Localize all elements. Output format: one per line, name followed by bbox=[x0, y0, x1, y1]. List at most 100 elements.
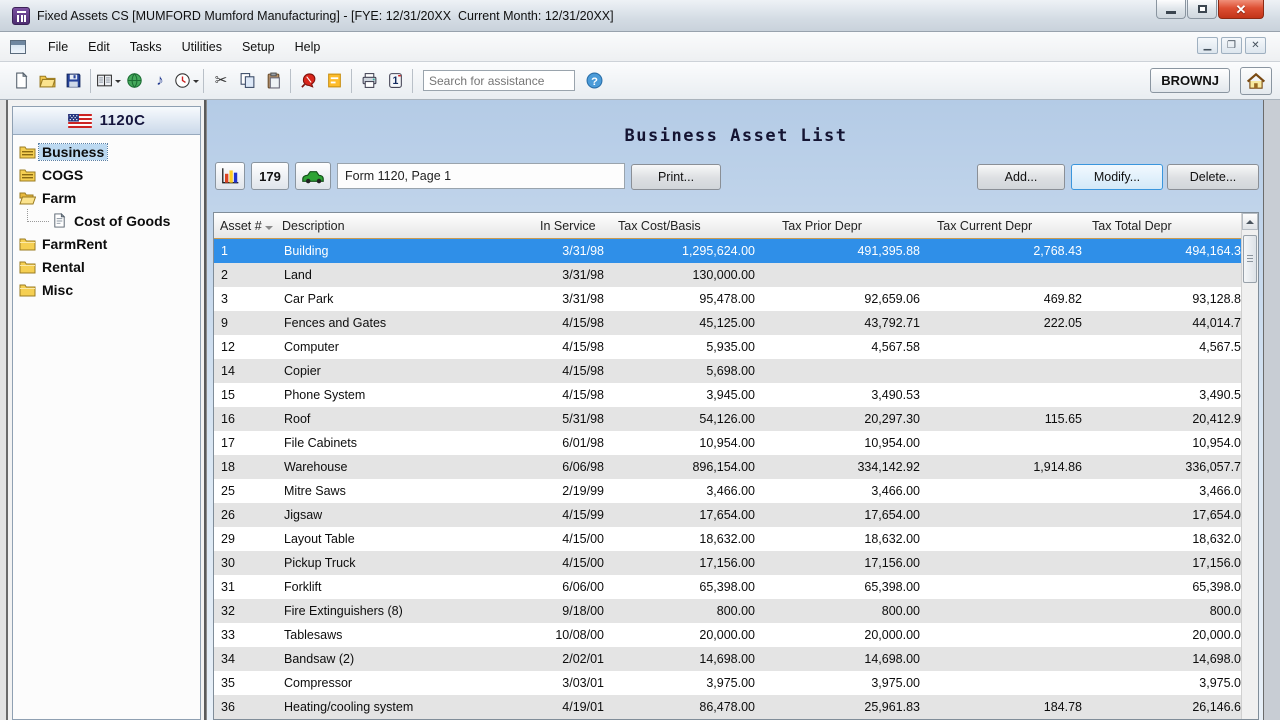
print-button-toolbar[interactable] bbox=[356, 68, 382, 94]
tax-total-depr-cell: 800.0 bbox=[1085, 604, 1241, 618]
menu-help[interactable]: Help bbox=[285, 36, 331, 58]
tax-current-depr-cell: 2,768.43 bbox=[923, 244, 1085, 258]
modify-button[interactable]: Modify... bbox=[1071, 164, 1163, 190]
tax-total-depr-cell: 14,698.0 bbox=[1085, 652, 1241, 666]
menu-edit[interactable]: Edit bbox=[78, 36, 120, 58]
in-service-cell: 4/15/00 bbox=[534, 556, 608, 570]
globe-button[interactable] bbox=[121, 68, 147, 94]
column-header-asset-[interactable]: Asset # bbox=[214, 218, 276, 234]
window-title: Fixed Assets CS [MUMFORD Mumford Manufac… bbox=[37, 9, 614, 23]
menu-utilities[interactable]: Utilities bbox=[172, 36, 232, 58]
in-service-cell: 4/15/98 bbox=[534, 316, 608, 330]
notebook-button[interactable] bbox=[95, 68, 121, 94]
menu-file[interactable]: File bbox=[38, 36, 78, 58]
music-note-button[interactable]: ♪ bbox=[147, 68, 173, 94]
mdi-close-button[interactable]: ✕ bbox=[1245, 37, 1266, 54]
table-row[interactable]: 32Fire Extinguishers (8)9/18/00800.00800… bbox=[214, 599, 1241, 623]
vehicle-button[interactable] bbox=[295, 162, 331, 190]
calculator-button[interactable]: 1 bbox=[382, 68, 408, 94]
tax-prior-depr-cell: 334,142.92 bbox=[758, 460, 923, 474]
table-row[interactable]: 2Land3/31/98130,000.00 bbox=[214, 263, 1241, 287]
table-row[interactable]: 9Fences and Gates4/15/9845,125.0043,792.… bbox=[214, 311, 1241, 335]
table-row[interactable]: 3Car Park3/31/9895,478.0092,659.06469.82… bbox=[214, 287, 1241, 311]
maximize-button[interactable] bbox=[1187, 0, 1217, 19]
table-row[interactable]: 30Pickup Truck4/15/0017,156.0017,156.001… bbox=[214, 551, 1241, 575]
form-context-field[interactable]: Form 1120, Page 1 bbox=[337, 163, 625, 189]
table-row[interactable]: 12Computer4/15/985,935.004,567.584,567.5 bbox=[214, 335, 1241, 359]
open-button[interactable] bbox=[34, 68, 60, 94]
minimize-button[interactable] bbox=[1156, 0, 1186, 19]
table-row[interactable]: 29Layout Table4/15/0018,632.0018,632.001… bbox=[214, 527, 1241, 551]
copy-button[interactable] bbox=[234, 68, 260, 94]
tax-prior-depr-cell: 92,659.06 bbox=[758, 292, 923, 306]
sidebar-item-cost-of-goods[interactable]: Cost of Goods bbox=[19, 209, 200, 232]
cut-button[interactable]: ✂ bbox=[208, 68, 234, 94]
scroll-up-button[interactable] bbox=[1242, 213, 1258, 230]
mdi-restore-button[interactable]: ❐ bbox=[1221, 37, 1242, 54]
sidebar: 1120C BusinessCOGSFarmCost of GoodsFarmR… bbox=[8, 100, 206, 720]
note-card-button[interactable] bbox=[321, 68, 347, 94]
table-row[interactable]: 25Mitre Saws2/19/993,466.003,466.003,466… bbox=[214, 479, 1241, 503]
menu-tasks[interactable]: Tasks bbox=[120, 36, 172, 58]
column-header-tax-current-depr[interactable]: Tax Current Depr bbox=[923, 219, 1085, 233]
table-row[interactable]: 15Phone System4/15/983,945.003,490.533,4… bbox=[214, 383, 1241, 407]
table-row[interactable]: 34Bandsaw (2)2/02/0114,698.0014,698.0014… bbox=[214, 647, 1241, 671]
help-button[interactable]: ? bbox=[581, 68, 607, 94]
scroll-thumb[interactable] bbox=[1243, 235, 1257, 283]
chart-button[interactable] bbox=[215, 162, 245, 190]
clock-button[interactable] bbox=[173, 68, 199, 94]
toolbar-separator bbox=[203, 69, 204, 93]
print-button[interactable]: Print... bbox=[631, 164, 721, 190]
sidebar-item-label: Rental bbox=[39, 259, 88, 275]
sidebar-item-farm[interactable]: Farm bbox=[19, 186, 200, 209]
vertical-scrollbar[interactable] bbox=[1241, 213, 1258, 719]
table-row[interactable]: 17File Cabinets6/01/9810,954.0010,954.00… bbox=[214, 431, 1241, 455]
home-icon bbox=[1246, 72, 1266, 90]
sidebar-item-cogs[interactable]: COGS bbox=[19, 163, 200, 186]
tax-current-depr-cell: 469.82 bbox=[923, 292, 1085, 306]
sort-indicator-icon bbox=[265, 226, 273, 234]
sidebar-item-rental[interactable]: Rental bbox=[19, 255, 200, 278]
sidebar-item-farmrent[interactable]: FarmRent bbox=[19, 232, 200, 255]
column-header-tax-prior-depr[interactable]: Tax Prior Depr bbox=[758, 219, 923, 233]
asset-number-cell: 15 bbox=[214, 388, 276, 402]
asset-number-cell: 14 bbox=[214, 364, 276, 378]
column-header-in-service[interactable]: In Service bbox=[534, 219, 608, 233]
description-cell: Fire Extinguishers (8) bbox=[276, 604, 534, 618]
table-row[interactable]: 18Warehouse6/06/98896,154.00334,142.921,… bbox=[214, 455, 1241, 479]
save-button[interactable] bbox=[60, 68, 86, 94]
close-button[interactable]: ✕ bbox=[1218, 0, 1264, 19]
folder-icon bbox=[19, 236, 39, 252]
user-button[interactable]: BROWNJ bbox=[1150, 68, 1230, 93]
table-row[interactable]: 35Compressor3/03/013,975.003,975.003,975… bbox=[214, 671, 1241, 695]
table-row[interactable]: 31Forklift6/06/0065,398.0065,398.0065,39… bbox=[214, 575, 1241, 599]
bell-button[interactable] bbox=[295, 68, 321, 94]
column-header-tax-total-depr[interactable]: Tax Total Depr bbox=[1085, 219, 1241, 233]
tax-total-depr-cell: 3,975.0 bbox=[1085, 676, 1241, 690]
column-header-tax-cost-basis[interactable]: Tax Cost/Basis bbox=[608, 219, 758, 233]
search-input[interactable] bbox=[423, 70, 575, 91]
in-service-cell: 4/19/01 bbox=[534, 700, 608, 714]
section-179-button[interactable]: 179 bbox=[251, 162, 289, 190]
table-row[interactable]: 14Copier4/15/985,698.00 bbox=[214, 359, 1241, 383]
sidebar-item-misc[interactable]: Misc bbox=[19, 278, 200, 301]
table-row[interactable]: 26Jigsaw4/15/9917,654.0017,654.0017,654.… bbox=[214, 503, 1241, 527]
in-service-cell: 3/03/01 bbox=[534, 676, 608, 690]
table-row[interactable]: 1Building3/31/981,295,624.00491,395.882,… bbox=[214, 239, 1241, 263]
home-button[interactable] bbox=[1240, 67, 1272, 95]
menu-setup[interactable]: Setup bbox=[232, 36, 285, 58]
table-row[interactable]: 16Roof5/31/9854,126.0020,297.30115.6520,… bbox=[214, 407, 1241, 431]
new-file-button[interactable] bbox=[8, 68, 34, 94]
mdi-minimize-button[interactable]: ▁ bbox=[1197, 37, 1218, 54]
in-service-cell: 3/31/98 bbox=[534, 292, 608, 306]
save-icon bbox=[65, 72, 82, 89]
sidebar-item-business[interactable]: Business bbox=[19, 140, 200, 163]
delete-button[interactable]: Delete... bbox=[1167, 164, 1259, 190]
table-row[interactable]: 36Heating/cooling system4/19/0186,478.00… bbox=[214, 695, 1241, 719]
folder-notes-icon bbox=[19, 167, 39, 183]
table-row[interactable]: 33Tablesaws10/08/0020,000.0020,000.0020,… bbox=[214, 623, 1241, 647]
add-button[interactable]: Add... bbox=[977, 164, 1065, 190]
tax-prior-depr-cell: 800.00 bbox=[758, 604, 923, 618]
column-header-description[interactable]: Description bbox=[276, 219, 534, 233]
paste-button[interactable] bbox=[260, 68, 286, 94]
